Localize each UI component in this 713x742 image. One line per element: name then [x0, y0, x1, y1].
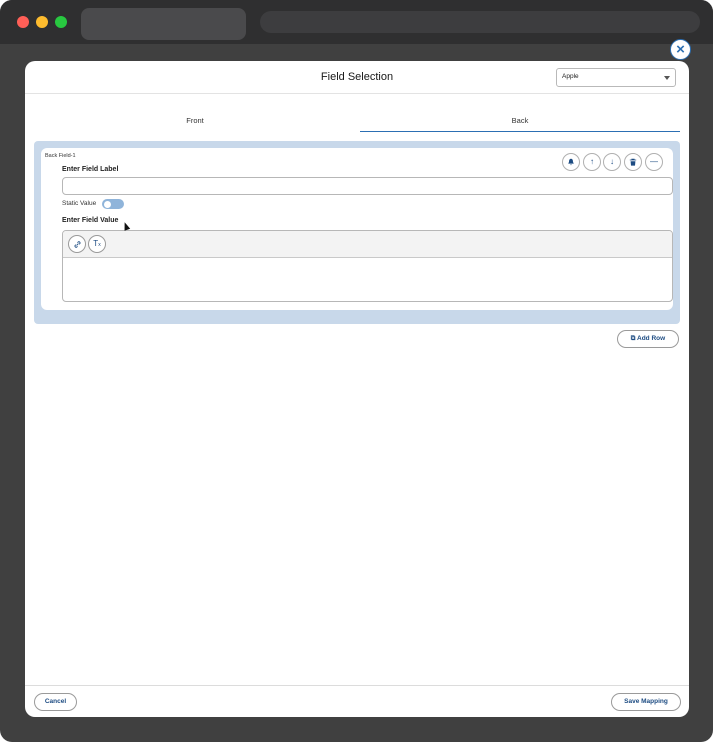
browser-tab[interactable]	[81, 8, 246, 40]
field-id: Back Field-1	[45, 153, 76, 159]
app-window: × Field Selection Apple Front Back Back …	[0, 0, 713, 742]
field-card: Back Field-1 ↑ ↓ — Enter Field Label Sta…	[41, 148, 673, 310]
add-row-label: Add Row	[637, 335, 666, 342]
modal-header: Field Selection Apple	[25, 61, 689, 94]
trash-icon[interactable]	[624, 153, 642, 171]
window-minimize-dot[interactable]	[36, 16, 48, 28]
address-bar[interactable]	[260, 11, 700, 33]
browser-titlebar	[0, 0, 713, 44]
minus-icon[interactable]: —	[645, 153, 663, 171]
save-mapping-button[interactable]: Save Mapping	[611, 693, 681, 711]
tab-back[interactable]: Back	[360, 113, 680, 132]
clear-format-icon[interactable]: Tx	[88, 235, 106, 253]
arrow-down-icon[interactable]: ↓	[603, 153, 621, 171]
object-select[interactable]: Apple	[556, 68, 676, 87]
window-maximize-dot[interactable]	[55, 16, 67, 28]
link-icon[interactable]	[68, 235, 86, 253]
object-select-value: Apple	[562, 73, 579, 80]
window-close-dot[interactable]	[17, 16, 29, 28]
close-icon[interactable]: ×	[670, 39, 691, 60]
bell-icon[interactable]	[562, 153, 580, 171]
arrow-up-icon[interactable]: ↑	[583, 153, 601, 171]
editor-toolbar: Tx	[63, 231, 672, 258]
chevron-down-icon	[664, 76, 670, 80]
modal-footer: Cancel Save Mapping	[25, 685, 689, 717]
field-value-heading: Enter Field Value	[62, 217, 119, 224]
tab-front[interactable]: Front	[35, 113, 355, 132]
field-label-input[interactable]	[62, 177, 673, 195]
static-value-toggle[interactable]	[102, 199, 124, 209]
side-tabs: Front Back	[35, 113, 680, 133]
static-value-label: Static Value	[62, 200, 97, 207]
toggle-knob	[104, 200, 111, 208]
field-value-editor[interactable]: Tx	[62, 230, 673, 302]
add-row-button[interactable]: ⧉ Add Row	[617, 330, 679, 348]
field-selection-modal: Field Selection Apple Front Back Back Fi…	[25, 61, 689, 717]
field-row-container: Back Field-1 ↑ ↓ — Enter Field Label Sta…	[34, 141, 680, 324]
cancel-button[interactable]: Cancel	[34, 693, 77, 711]
field-label-heading: Enter Field Label	[62, 166, 119, 173]
